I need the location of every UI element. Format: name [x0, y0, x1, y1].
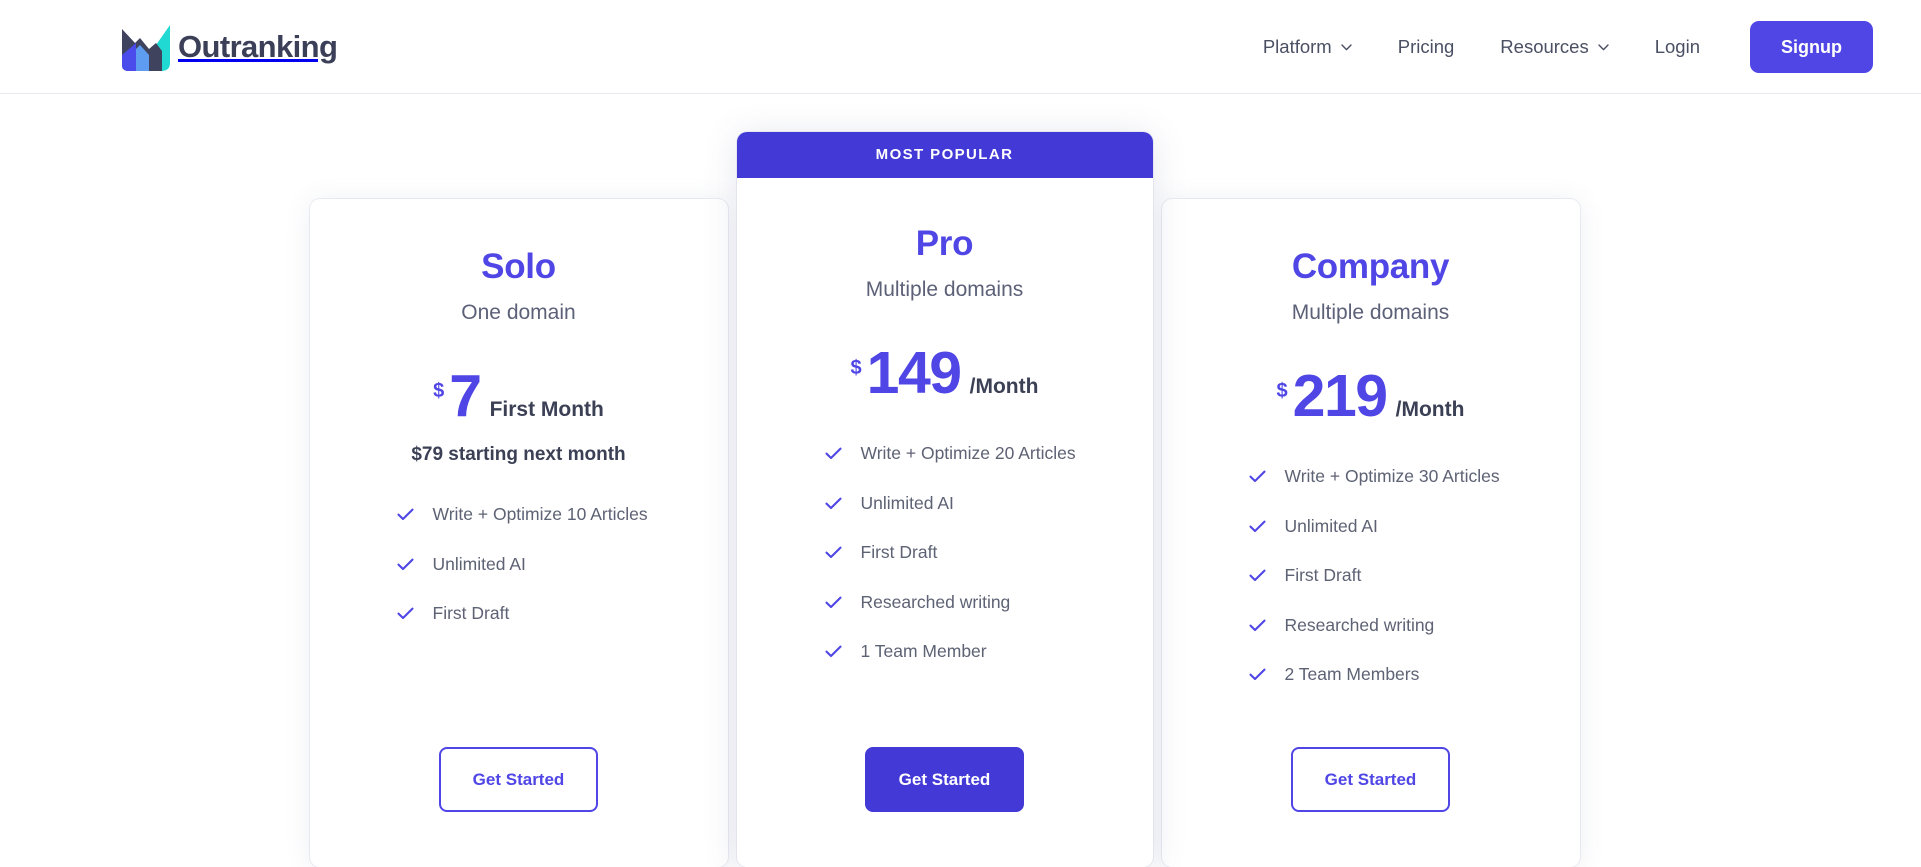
- price-period: First Month: [489, 398, 604, 421]
- feature-list: Write + Optimize 10 Articles Unlimited A…: [310, 504, 728, 623]
- plan-subtitle: One domain: [461, 301, 576, 324]
- feature-label: 2 Team Members: [1284, 664, 1420, 684]
- feature-item: First Draft: [396, 603, 728, 623]
- plan-price: $ 149 /Month: [851, 344, 1039, 403]
- nav-label-platform: Platform: [1262, 35, 1332, 57]
- outranking-logo-icon: [118, 21, 174, 73]
- get-started-button[interactable]: Get Started: [865, 747, 1024, 812]
- nav-item-resources[interactable]: Resources: [1500, 35, 1609, 58]
- nav-item-login[interactable]: Login: [1655, 36, 1700, 58]
- chevron-down-icon: [1341, 42, 1352, 51]
- check-icon: [396, 607, 414, 620]
- feature-item: Researched writing: [824, 591, 1153, 612]
- nav-label-login: Login: [1654, 35, 1700, 57]
- check-icon: [824, 645, 842, 658]
- plan-name: Solo: [481, 247, 556, 286]
- brand-logo-link[interactable]: Outranking: [118, 21, 338, 73]
- pricing-card-body: Solo One domain $ 7 First Month $79 star…: [310, 249, 728, 867]
- feature-item: 1 Team Member: [824, 641, 1153, 661]
- pricing-card-body: Company Multiple domains $ 219 /Month Wr…: [1162, 249, 1580, 867]
- feature-item: First Draft: [1248, 565, 1580, 585]
- feature-label: 1 Team Member: [860, 641, 987, 661]
- feature-item: First Draft: [824, 542, 1153, 562]
- plan-price: $ 219 /Month: [1277, 367, 1465, 426]
- feature-label: Unlimited AI: [1284, 515, 1378, 536]
- get-started-button[interactable]: Get Started: [439, 747, 598, 812]
- price-note: $79 starting next month: [411, 444, 626, 465]
- feature-label: Write + Optimize 20 Articles: [860, 443, 1076, 463]
- feature-item: Write + Optimize 20 Articles: [824, 443, 1153, 463]
- cta-container: Get Started: [737, 747, 1153, 867]
- check-icon: [824, 447, 842, 460]
- feature-label: First Draft: [432, 603, 510, 623]
- check-icon: [824, 546, 842, 559]
- most-popular-badge: MOST POPULAR: [736, 132, 1153, 178]
- plan-name: Pro: [915, 224, 974, 263]
- feature-label: Write + Optimize 30 Articles: [1284, 466, 1500, 486]
- main-navigation: Platform Pricing Resources Login Signup: [1263, 20, 1873, 73]
- check-icon: [1248, 619, 1266, 632]
- nav-label-pricing: Pricing: [1397, 35, 1455, 57]
- feature-label: Write + Optimize 10 Articles: [432, 504, 648, 524]
- check-icon: [824, 497, 842, 510]
- price-currency: $: [1276, 380, 1288, 402]
- feature-label: First Draft: [1284, 565, 1362, 585]
- plan-price: $ 7 First Month: [433, 367, 604, 426]
- get-started-button[interactable]: Get Started: [1291, 747, 1450, 812]
- cta-container: Get Started: [310, 747, 728, 867]
- feature-item: Write + Optimize 30 Articles: [1248, 466, 1580, 486]
- pricing-card-body: Pro Multiple domains $ 149 /Month Write …: [737, 178, 1153, 867]
- plan-subtitle: Multiple domains: [865, 278, 1024, 301]
- feature-item: Write + Optimize 10 Articles: [396, 504, 728, 524]
- feature-item: 2 Team Members: [1248, 664, 1580, 684]
- plan-subtitle: Multiple domains: [1291, 301, 1450, 324]
- pricing-section: Solo One domain $ 7 First Month $79 star…: [0, 94, 1921, 867]
- check-icon: [396, 558, 414, 571]
- check-icon: [1248, 668, 1266, 681]
- price-amount: 219: [1292, 363, 1388, 429]
- feature-list: Write + Optimize 30 Articles Unlimited A…: [1162, 466, 1580, 684]
- feature-label: First Draft: [860, 542, 938, 562]
- feature-item: Unlimited AI: [396, 553, 728, 574]
- pricing-card-solo: Solo One domain $ 7 First Month $79 star…: [309, 199, 728, 867]
- brand-name: Outranking: [178, 29, 338, 64]
- feature-list: Write + Optimize 20 Articles Unlimited A…: [737, 443, 1153, 661]
- price-currency: $: [433, 380, 445, 402]
- feature-item: Unlimited AI: [1248, 515, 1580, 536]
- price-period: /Month: [969, 375, 1039, 398]
- cta-container: Get Started: [1162, 747, 1580, 867]
- pricing-cards-row: Solo One domain $ 7 First Month $79 star…: [309, 94, 1612, 867]
- feature-item: Researched writing: [1248, 614, 1580, 635]
- check-icon: [396, 508, 414, 521]
- nav-item-pricing[interactable]: Pricing: [1398, 36, 1455, 58]
- check-icon: [1248, 569, 1266, 582]
- plan-name: Company: [1291, 247, 1450, 286]
- nav-label-resources: Resources: [1500, 35, 1589, 57]
- feature-item: Unlimited AI: [824, 492, 1153, 513]
- price-amount: 149: [866, 340, 962, 406]
- feature-label: Unlimited AI: [432, 553, 526, 574]
- signup-button[interactable]: Signup: [1750, 20, 1873, 73]
- price-amount: 7: [449, 363, 482, 429]
- pricing-card-pro: MOST POPULAR Pro Multiple domains $ 149 …: [736, 132, 1153, 867]
- price-period: /Month: [1395, 398, 1465, 421]
- check-icon: [824, 596, 842, 609]
- feature-label: Researched writing: [860, 591, 1011, 612]
- pricing-card-company: Company Multiple domains $ 219 /Month Wr…: [1161, 199, 1580, 867]
- chevron-down-icon: [1598, 42, 1609, 51]
- site-header: Outranking Platform Pricing Resources Lo…: [0, 0, 1921, 94]
- nav-item-platform[interactable]: Platform: [1263, 36, 1352, 58]
- feature-label: Researched writing: [1284, 614, 1435, 635]
- price-currency: $: [850, 357, 862, 379]
- feature-label: Unlimited AI: [860, 492, 954, 513]
- check-icon: [1248, 470, 1266, 483]
- check-icon: [1248, 520, 1266, 533]
